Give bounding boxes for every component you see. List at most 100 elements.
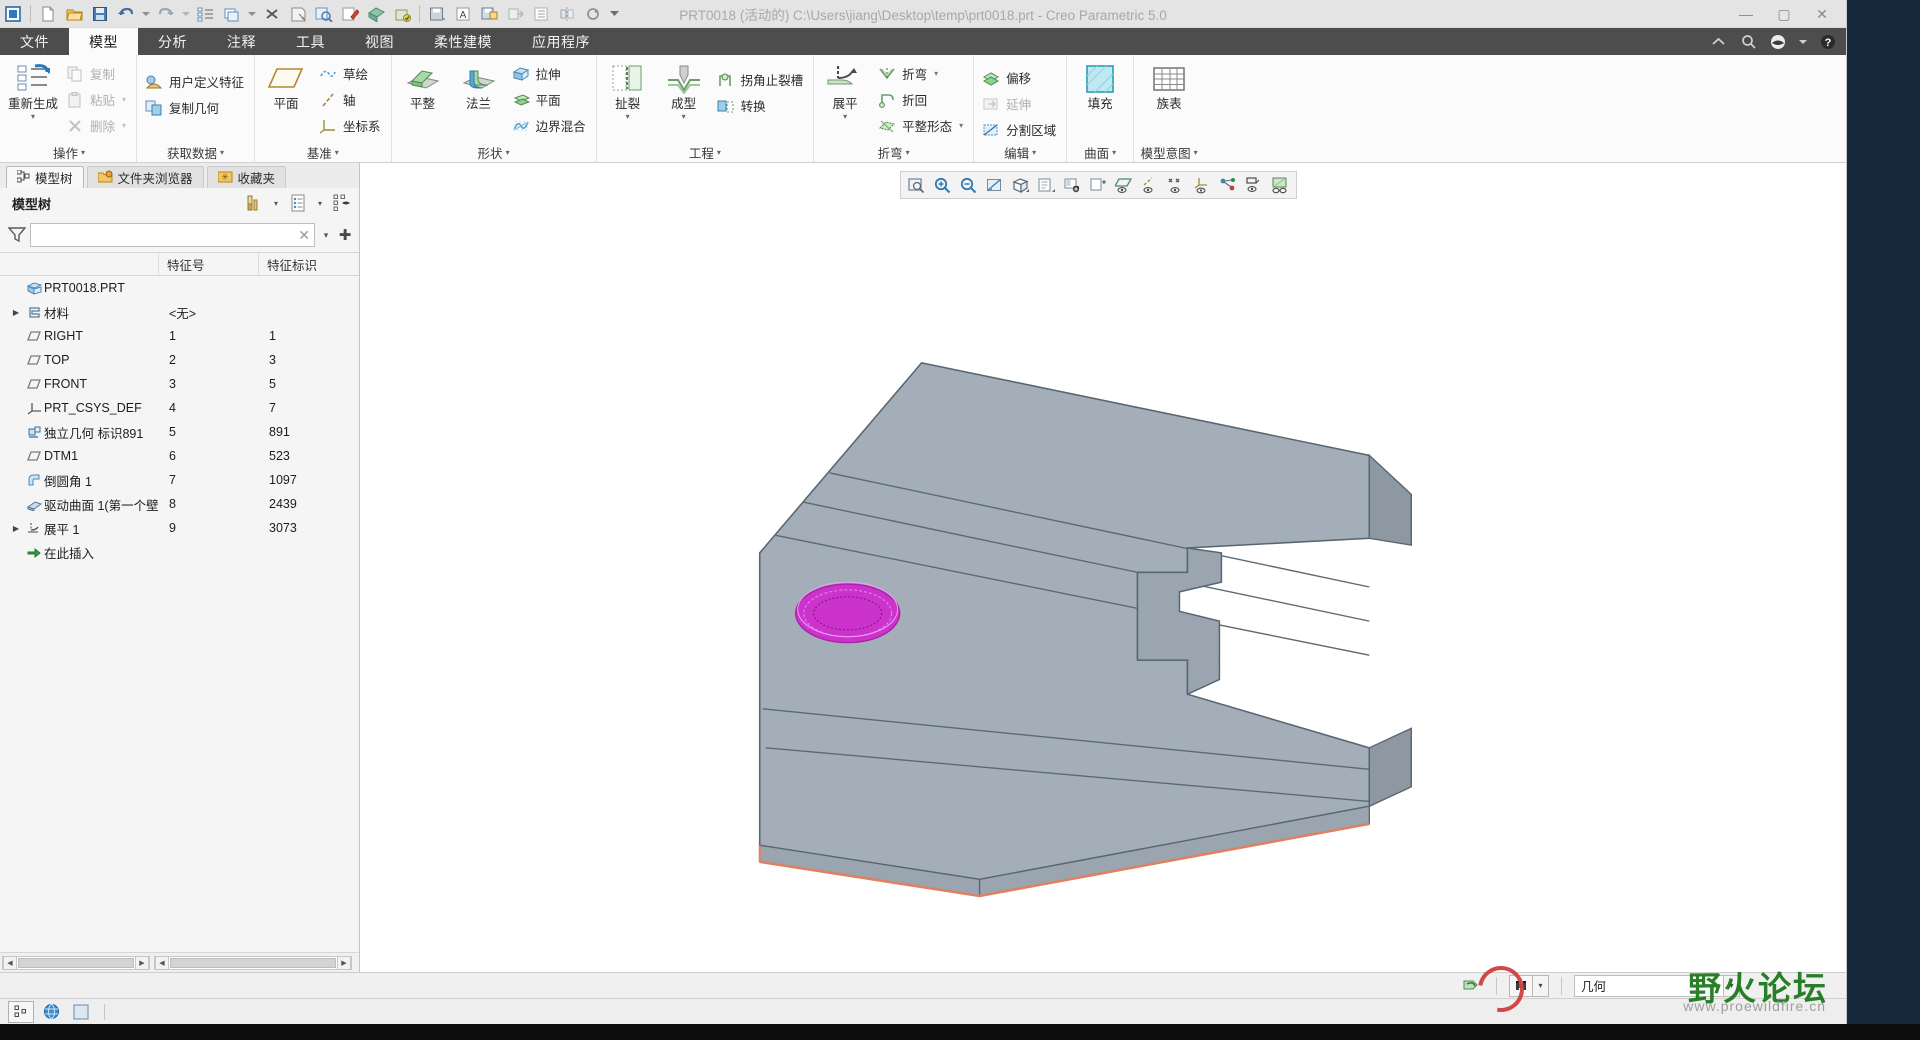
planar-button[interactable]: 平面 (508, 87, 592, 112)
datum-plane-button[interactable]: 平面 (259, 59, 313, 111)
copy-button[interactable]: 复制 (62, 61, 132, 86)
regenerate-icon[interactable] (193, 2, 219, 26)
delete-caret-icon[interactable]: ▾ (122, 121, 126, 130)
scroll-right-icon-2[interactable]: ▶ (337, 955, 351, 970)
creo-logo-icon[interactable] (0, 2, 26, 26)
regenerate-caret-icon[interactable]: ▾ (31, 113, 35, 121)
unbend-button[interactable]: 展平 ▾ (818, 59, 872, 121)
undo-icon[interactable] (113, 2, 139, 26)
tab-analysis[interactable]: 分析 (138, 28, 207, 55)
boundary-blend-button[interactable]: 边界混合 (508, 113, 592, 138)
mirror-icon[interactable] (554, 2, 580, 26)
flat-wall-button[interactable]: 平整 (396, 59, 450, 111)
ribbon-group-surface-title[interactable]: 曲面 ▾ (1071, 143, 1129, 162)
bend-back-button[interactable]: 折回 (874, 87, 969, 112)
search-input[interactable]: ✕ (30, 223, 315, 247)
nav-tab-folder-browser[interactable]: 文件夹浏览器 (86, 166, 204, 188)
qat-overflow-icon[interactable] (606, 2, 622, 26)
ribbon-group-edit-title[interactable]: 编辑 ▾ (978, 143, 1062, 162)
list-icon[interactable] (528, 2, 554, 26)
tree-expander[interactable]: ▶ (8, 308, 24, 317)
tree-item-csys[interactable]: PRT_CSYS_DEF 4 7 (0, 396, 359, 420)
navigator-icon[interactable] (68, 1001, 94, 1023)
tree-item-right[interactable]: RIGHT 1 1 (0, 324, 359, 348)
tab-file[interactable]: 文件 (0, 28, 69, 55)
tree-item-dtm1[interactable]: DTM1 6 523 (0, 444, 359, 468)
convert-button[interactable]: 转换 (713, 93, 810, 118)
minimize-button[interactable]: — (1728, 3, 1764, 25)
tree-scrollbar-right[interactable]: ◀ ▶ (154, 955, 352, 970)
save-icon[interactable] (87, 2, 113, 26)
appearance-icon[interactable] (363, 2, 389, 26)
rip-caret-icon[interactable]: ▾ (626, 113, 630, 121)
search-caret-icon[interactable]: ▾ (1533, 974, 1549, 997)
coordinate-system-button[interactable]: 坐标系 (315, 113, 387, 138)
tab-view[interactable]: 视图 (345, 28, 414, 55)
regenerate-button[interactable]: 重新生成 ▾ (6, 59, 60, 121)
form-caret-icon[interactable]: ▾ (682, 113, 686, 121)
unbend-caret-icon[interactable]: ▾ (843, 113, 847, 121)
binoculars-icon[interactable] (1509, 974, 1533, 997)
refresh-icon[interactable] (580, 2, 606, 26)
help-icon[interactable]: ? (1818, 32, 1838, 52)
filter-icon[interactable] (7, 226, 27, 245)
tree-expander[interactable]: ▶ (8, 524, 24, 533)
tab-tools[interactable]: 工具 (276, 28, 345, 55)
scroll-left-icon[interactable]: ◀ (3, 955, 17, 970)
tree-item-part[interactable]: PRT0018.PRT (0, 276, 359, 300)
color-edit-icon[interactable] (389, 2, 415, 26)
datum-axis-button[interactable]: 轴 (315, 87, 387, 112)
layer-tree-icon[interactable] (8, 1000, 34, 1023)
ribbon-group-model-intent-title[interactable]: 模型意图 ▾ (1138, 143, 1200, 162)
flange-wall-button[interactable]: 法兰 (452, 59, 506, 111)
ribbon-group-bend-title[interactable]: 折弯 ▾ (818, 143, 969, 162)
delete-button[interactable]: 删除 ▾ (62, 113, 132, 138)
help-center-icon[interactable] (1768, 32, 1788, 52)
tree-item-insert-here[interactable]: 在此插入 (0, 540, 359, 564)
extrude-button[interactable]: 拉伸 (508, 61, 592, 86)
open-file-icon[interactable] (61, 2, 87, 26)
tab-flexible-modeling[interactable]: 柔性建模 (414, 28, 512, 55)
search-icon[interactable] (1738, 32, 1758, 52)
flat-state-caret-icon[interactable]: ▾ (959, 121, 963, 130)
scroll-left-icon-2[interactable]: ◀ (155, 955, 169, 970)
tree-settings-icon[interactable] (287, 192, 309, 214)
graphics-viewport[interactable] (360, 163, 1846, 972)
tree-item-independent-geometry[interactable]: 独立几何 标识891 5 891 (0, 420, 359, 444)
redo-dropdown-icon[interactable] (179, 2, 193, 26)
selection-filter-caret-icon[interactable]: ▾ (1724, 974, 1740, 997)
ribbon-group-shape-title[interactable]: 形状 ▾ (396, 143, 592, 162)
selection-filter-select[interactable]: 几何 (1574, 974, 1724, 997)
fill-button[interactable]: 填充 (1071, 59, 1129, 111)
tree-item-front[interactable]: FRONT 3 5 (0, 372, 359, 396)
close-window-icon[interactable] (259, 2, 285, 26)
ribbon-collapse-icon[interactable] (1708, 32, 1728, 52)
tree-display-icon[interactable] (331, 192, 353, 214)
tree-item-round1[interactable]: 倒圆角 1 7 1097 (0, 468, 359, 492)
bend-caret-icon[interactable]: ▾ (934, 69, 938, 78)
rip-button[interactable]: 扯裂 ▾ (601, 59, 655, 121)
tree-item-driving-surface1[interactable]: 驱动曲面 1(第一个壁 8 2439 (0, 492, 359, 516)
zoom-find-icon[interactable] (311, 2, 337, 26)
form-button[interactable]: 成型 ▾ (657, 59, 711, 121)
flat-state-button[interactable]: 平整形态 ▾ (874, 113, 969, 138)
new-file-icon[interactable] (35, 2, 61, 26)
tab-model[interactable]: 模型 (69, 28, 138, 55)
save-as-icon[interactable] (285, 2, 311, 26)
model-tree[interactable]: PRT0018.PRT ▶ 材料 <无> RIGHT 1 1 TOP 2 3 F… (0, 276, 359, 952)
tab-applications[interactable]: 应用程序 (512, 28, 610, 55)
copy-geometry-button[interactable]: 复制几何 (141, 95, 250, 120)
tree-tools-icon[interactable] (243, 192, 265, 214)
tree-tools-caret-icon[interactable]: ▾ (271, 199, 281, 208)
window-dropdown-icon[interactable] (245, 2, 259, 26)
clear-icon[interactable]: ✕ (298, 227, 310, 244)
ribbon-group-get-data-title[interactable]: 获取数据 ▾ (141, 143, 250, 162)
tree-item-top[interactable]: TOP 2 3 (0, 348, 359, 372)
ribbon-group-engineering-title[interactable]: 工程 ▾ (601, 143, 810, 162)
tree-item-material[interactable]: ▶ 材料 <无> (0, 300, 359, 324)
family-table-button[interactable]: 族表 (1138, 59, 1200, 111)
export-icon[interactable] (502, 2, 528, 26)
tree-settings-caret-icon[interactable]: ▾ (315, 199, 325, 208)
nav-tab-favorites[interactable]: ✳ 收藏夹 (206, 166, 287, 188)
add-filter-icon[interactable]: ✚ (337, 226, 353, 244)
